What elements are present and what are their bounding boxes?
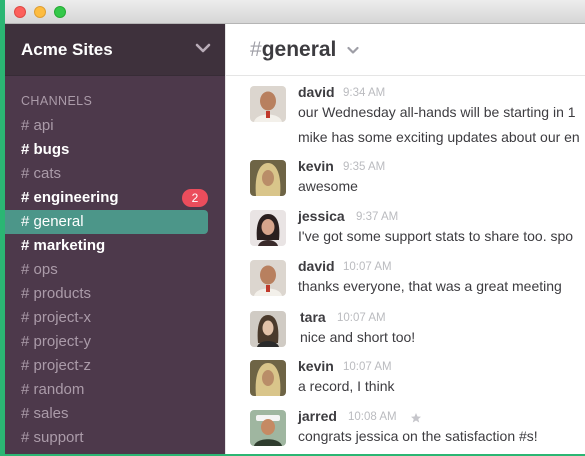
channel-label: # general [21,213,84,230]
sidebar: Acme Sites CHANNELS # api # bugs # cats … [5,24,225,454]
channel-products[interactable]: # products [5,282,208,306]
message-text: I've got some support stats to share too… [298,228,574,244]
channel-label: # marketing [21,237,106,254]
unread-badge: 2 [182,189,208,207]
avatar-kevin[interactable] [250,160,286,196]
message-text: thanks everyone, that was a great meetin… [298,278,562,294]
avatar-david[interactable] [250,260,286,296]
minimize-window-button[interactable] [34,6,46,18]
channel-random[interactable]: # random [5,378,208,402]
avatar-jessica[interactable] [250,210,286,246]
channel-bugs[interactable]: # bugs [5,138,208,162]
channel-label: # random [21,381,85,398]
channel-label: # bugs [21,141,70,158]
channel-label: # ops [21,261,58,278]
chevron-down-icon [195,43,211,53]
message-author[interactable]: david [298,84,335,100]
message-timestamp[interactable]: 10:07 AM [337,312,386,324]
channel-label: # project-y [21,333,92,350]
message-timestamp[interactable]: 9:34 AM [343,87,385,99]
message-author[interactable]: kevin [298,158,334,174]
avatar-kevin[interactable] [250,360,286,396]
channel-label: # project-z [21,357,92,374]
message-text: nice and short too! [300,329,416,345]
message-timestamp[interactable]: 10:08 AM [348,411,397,423]
message-timestamp[interactable]: 10:07 AM [343,361,392,373]
channel-label: # support [21,429,84,446]
channel-title-name: general [261,38,337,61]
close-window-button[interactable] [14,6,26,18]
avatar-tara[interactable] [250,311,286,347]
message-author[interactable]: jessica [298,208,345,224]
channel-marketing[interactable]: # marketing [5,234,208,258]
channel-engineering[interactable]: # engineering 2 [5,186,208,210]
channel-label: # products [21,285,92,302]
channel-label: # cats [21,165,62,182]
channel-project-y[interactable]: # project-y [5,330,208,354]
chevron-down-icon[interactable] [347,46,359,55]
message-text: our Wednesday all-hands will be starting… [298,104,576,120]
app-window: Acme Sites CHANNELS # api # bugs # cats … [0,0,585,456]
channel-general[interactable]: # general [5,210,208,234]
message-timestamp[interactable]: 10:07 AM [343,261,392,273]
channels-section-header[interactable]: CHANNELS [21,94,92,108]
avatar-david[interactable] [250,86,286,122]
channel-header: #general [226,24,585,76]
message-author[interactable]: jarred [298,408,337,424]
zoom-window-button[interactable] [54,6,66,18]
message-timestamp[interactable]: 9:37 AM [356,211,398,223]
team-name: Acme Sites [21,40,113,59]
message-author[interactable]: kevin [298,358,334,374]
channel-label: # project-x [21,309,92,326]
channel-label: # sales [21,405,69,422]
channel-project-x[interactable]: # project-x [5,306,208,330]
channel-label: # api [21,117,54,134]
channel-sales[interactable]: # sales [5,402,208,426]
message-timestamp[interactable]: 9:35 AM [343,161,385,173]
message-text: congrats jessica on the satisfaction #s! [298,428,538,444]
channel-support[interactable]: # support [5,426,208,450]
message-pane: #general david 9:34 AM our Wednesday all… [225,24,585,454]
channel-project-z[interactable]: # project-z [5,354,208,378]
channel-api[interactable]: # api [5,114,208,138]
title-bar [5,0,585,24]
channel-ops[interactable]: # ops [5,258,208,282]
star-icon[interactable] [410,412,422,424]
message-author[interactable]: david [298,258,335,274]
channel-hash: # [250,38,262,61]
message-text: a record, I think [298,378,395,394]
team-menu[interactable]: Acme Sites [5,24,225,76]
message-text: awesome [298,178,358,194]
message-author[interactable]: tara [300,309,326,325]
channel-title[interactable]: #general [250,38,336,62]
channel-cats[interactable]: # cats [5,162,208,186]
avatar-jarred[interactable] [250,410,286,446]
message-text: mike has some exciting updates about our… [298,129,580,145]
channel-label: # engineering [21,189,119,206]
